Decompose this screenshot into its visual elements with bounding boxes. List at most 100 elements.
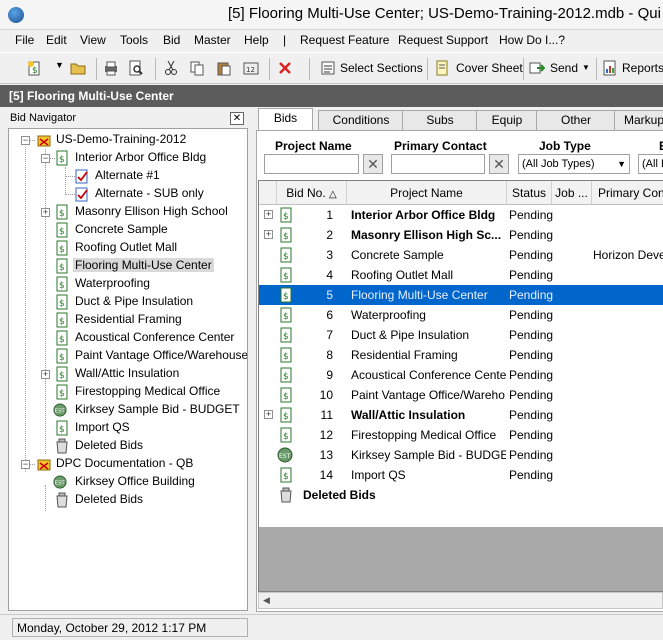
cover-sheet-button[interactable]: Cover Sheet xyxy=(456,61,523,75)
svg-text:12: 12 xyxy=(246,66,255,74)
table-row[interactable]: $ 3 Concrete Sample Pending Horizon Deve… xyxy=(259,245,663,265)
menu-bid[interactable]: Bid xyxy=(163,33,180,47)
col-primary-contact[interactable]: Primary Conta xyxy=(592,181,663,205)
menu-request-support[interactable]: Request Support xyxy=(398,33,488,47)
tree-item-interior-arbor[interactable]: − $ Interior Arbor Office Bldg xyxy=(9,149,247,167)
tree-item-deleted-bids[interactable]: Deleted Bids xyxy=(9,437,247,455)
print-icon[interactable] xyxy=(103,60,119,76)
expand-icon[interactable]: + xyxy=(41,370,50,379)
collapse-icon[interactable]: − xyxy=(41,154,50,163)
collapse-icon[interactable]: − xyxy=(21,460,30,469)
svg-text:$: $ xyxy=(283,312,289,322)
menu-request-feature[interactable]: Request Feature xyxy=(300,33,389,47)
tree-item-duct-pipe[interactable]: $ Duct & Pipe Insulation xyxy=(9,293,247,311)
print-preview-icon[interactable] xyxy=(128,60,144,76)
menu-how-do-i[interactable]: How Do I...? xyxy=(499,33,565,47)
tree-item-waterproofing[interactable]: $ Waterproofing xyxy=(9,275,247,293)
tree-item-wall-attic[interactable]: + $ Wall/Attic Insulation xyxy=(9,365,247,383)
delete-icon[interactable] xyxy=(277,60,293,76)
tree-item-acoustical[interactable]: $ Acoustical Conference Center xyxy=(9,329,247,347)
table-row[interactable]: + $ 1 Interior Arbor Office Bldg Pending xyxy=(259,205,663,225)
table-row[interactable]: $ 6 Waterproofing Pending xyxy=(259,305,663,325)
scroll-left-icon[interactable]: ◀ xyxy=(263,595,270,606)
status-datetime-cell: Monday, October 29, 2012 1:17 PM xyxy=(12,618,248,637)
expand-icon[interactable]: + xyxy=(264,210,273,219)
table-row[interactable]: $ 9 Acoustical Conference Center Pending xyxy=(259,365,663,385)
tree-item-deleted-bids-dpc[interactable]: Deleted Bids xyxy=(9,491,247,509)
tree-item-flooring[interactable]: $ Flooring Multi-Use Center xyxy=(9,257,247,275)
table-row[interactable]: + $ 11 Wall/Attic Insulation Pending xyxy=(259,405,663,425)
svg-text:EST: EST xyxy=(279,453,291,460)
collapse-icon[interactable]: − xyxy=(21,136,30,145)
col-status[interactable]: Status xyxy=(507,181,552,205)
menu-view[interactable]: View xyxy=(80,33,106,47)
table-row-deleted-bids[interactable]: Deleted Bids xyxy=(259,485,663,505)
open-folder-icon[interactable] xyxy=(70,60,86,76)
paste-icon[interactable] xyxy=(216,60,232,76)
tree-item-residential[interactable]: $ Residential Framing xyxy=(9,311,247,329)
expand-icon[interactable]: + xyxy=(264,230,273,239)
tree-item-firestopping[interactable]: $ Firestopping Medical Office xyxy=(9,383,247,401)
tree-item-paint[interactable]: $ Paint Vantage Office/Warehouse xyxy=(9,347,247,365)
menu-master[interactable]: Master xyxy=(194,33,231,47)
copy-icon[interactable] xyxy=(189,60,205,76)
tree-item-import-qs[interactable]: $ Import QS xyxy=(9,419,247,437)
table-row[interactable]: $ 8 Residential Framing Pending xyxy=(259,345,663,365)
col-project-name[interactable]: Project Name xyxy=(347,181,507,205)
tree-item-concrete[interactable]: $ Concrete Sample xyxy=(9,221,247,239)
expand-icon[interactable]: + xyxy=(264,410,273,419)
svg-text:$: $ xyxy=(59,371,65,381)
menu-edit[interactable]: Edit xyxy=(46,33,67,47)
table-row[interactable]: + $ 2 Masonry Ellison High Sc... Pending xyxy=(259,225,663,245)
clear-primary-contact-button[interactable]: ✕ xyxy=(489,154,509,174)
tree-item-alternate-1[interactable]: Alternate #1 xyxy=(9,167,247,185)
cut-icon[interactable] xyxy=(163,60,179,76)
table-row[interactable]: EST 13 Kirksey Sample Bid - BUDGET Pendi… xyxy=(259,445,663,465)
menu-file[interactable]: File xyxy=(15,33,34,47)
tree-root-us-demo[interactable]: − US-Demo-Training-2012 xyxy=(9,131,247,149)
svg-text:$: $ xyxy=(59,281,65,291)
tree-item-roofing[interactable]: $ Roofing Outlet Mall xyxy=(9,239,247,257)
primary-contact-filter[interactable] xyxy=(391,154,485,174)
bid-document-icon: $ xyxy=(56,384,68,400)
svg-text:$: $ xyxy=(59,209,65,219)
tab-subs[interactable]: Subs xyxy=(402,110,478,130)
tree-root-dpc[interactable]: − DPC Documentation - QB xyxy=(9,455,247,473)
tab-equip[interactable]: Equip xyxy=(476,110,538,130)
table-row[interactable]: $ 14 Import QS Pending xyxy=(259,465,663,485)
job-type-select[interactable]: (All Job Types) ▼ xyxy=(518,154,630,174)
grid-horizontal-scrollbar[interactable]: ◀ xyxy=(258,592,663,609)
new-dropdown-icon[interactable]: ▼ xyxy=(55,60,64,70)
table-row-selected[interactable]: $ 5 Flooring Multi-Use Center Pending xyxy=(259,285,663,305)
tab-other[interactable]: Other xyxy=(536,110,616,130)
svg-text:$: $ xyxy=(59,227,65,237)
svg-text:$: $ xyxy=(59,389,65,399)
col-job-type[interactable]: Job ... xyxy=(552,181,592,205)
col-bid-no[interactable]: Bid No. △ xyxy=(277,181,347,205)
paste-special-icon[interactable]: 12 xyxy=(243,60,259,76)
clear-project-name-button[interactable]: ✕ xyxy=(363,154,383,174)
project-name-filter[interactable] xyxy=(264,154,359,174)
select-sections-button[interactable]: Select Sections xyxy=(340,61,423,75)
send-button[interactable]: Send xyxy=(550,61,578,75)
tab-conditions[interactable]: Conditions xyxy=(318,110,404,130)
table-row[interactable]: $ 7 Duct & Pipe Insulation Pending xyxy=(259,325,663,345)
send-dropdown-icon[interactable]: ▼ xyxy=(582,63,590,72)
tab-markup[interactable]: Markup xyxy=(614,110,663,130)
expand-icon[interactable]: + xyxy=(41,208,50,217)
table-row[interactable]: $ 12 Firestopping Medical Office Pending xyxy=(259,425,663,445)
tree-item-kirksey-office[interactable]: EST Kirksey Office Building xyxy=(9,473,247,491)
new-bid-icon[interactable]: $ xyxy=(26,60,42,76)
reports-button[interactable]: Reports xyxy=(622,61,663,75)
close-icon[interactable]: ✕ xyxy=(230,112,244,125)
menu-help[interactable]: Help xyxy=(244,33,269,47)
table-row[interactable]: $ 10 Paint Vantage Office/Wareho... Pend… xyxy=(259,385,663,405)
extra-filter-select[interactable]: (All E xyxy=(638,154,663,174)
table-row[interactable]: $ 4 Roofing Outlet Mall Pending xyxy=(259,265,663,285)
tree-item-masonry[interactable]: + $ Masonry Ellison High School xyxy=(9,203,247,221)
tree-item-kirksey-budget[interactable]: EST Kirksey Sample Bid - BUDGET xyxy=(9,401,247,419)
tab-bids[interactable]: Bids xyxy=(258,108,313,131)
menu-tools[interactable]: Tools xyxy=(120,33,148,47)
trash-icon xyxy=(56,492,68,508)
tree-item-alternate-sub[interactable]: Alternate - SUB only xyxy=(9,185,247,203)
